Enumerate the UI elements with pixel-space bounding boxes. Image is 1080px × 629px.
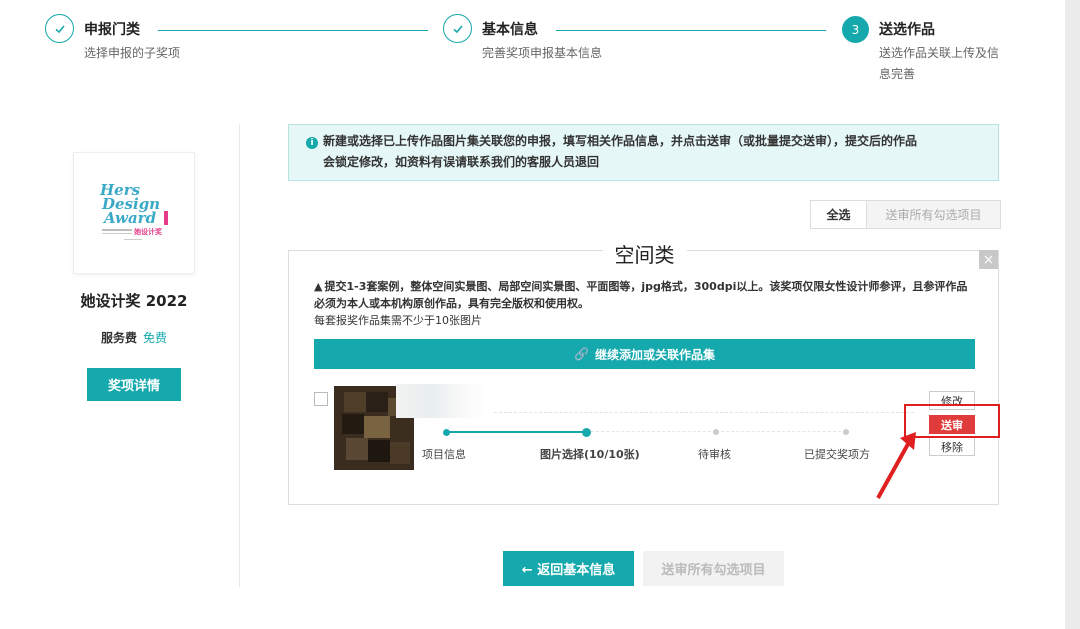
submit-selected-button[interactable]: 送审所有勾选项目 [867, 201, 1000, 228]
step-3-desc-line2: 息完善 [879, 67, 916, 81]
progress-dot [713, 429, 719, 435]
progress-step-label: 待审核 [698, 448, 731, 461]
fee-row: 服务费 免费 [60, 329, 208, 346]
add-portfolio-label: 继续添加或关联作品集 [594, 347, 715, 362]
progress-segment [716, 431, 846, 433]
progress-dot [581, 427, 591, 437]
progress-dot [843, 429, 849, 435]
progress-step-label: 图片选择(10/10张) [540, 448, 640, 461]
link-icon: 🔗 [574, 347, 589, 361]
category-rules: ▲ 提交1-3套案例，整体空间实景图、局部空间实景图、平面图等，jpg格式，300… [314, 278, 984, 329]
work-progress: 项目信息 图片选择(10/10张) 待审核 已提交奖项方 [422, 427, 870, 461]
add-portfolio-button[interactable]: 🔗 继续添加或关联作品集 [314, 339, 975, 369]
close-icon[interactable]: × [979, 250, 998, 269]
progress-segment [446, 431, 586, 433]
notice-line-2: 会锁定修改，如资料有误请联系我们的客服人员退回 [323, 155, 600, 169]
progress-step-label: 已提交奖项方 [804, 448, 870, 461]
award-detail-button[interactable]: 奖项详情 [87, 368, 181, 401]
scrollbar-track[interactable] [1065, 0, 1080, 629]
progress-step-label: 项目信息 [422, 448, 466, 461]
step-3-number: 3 [842, 16, 869, 43]
step-2-title: 基本信息 [482, 22, 538, 38]
progress-segment [586, 431, 716, 433]
step-3-desc-line1: 送选作品关联上传及信 [879, 46, 1000, 60]
remove-button[interactable]: 移除 [929, 437, 975, 456]
category-title-wrap: 空间类 [289, 239, 1000, 268]
check-icon [45, 14, 74, 43]
rules-line-2: 必须为本人或本机构原创作品，具有完全版权和使用权。 [314, 297, 589, 310]
submit-selected-bottom-button[interactable]: 送审所有勾选项目 [643, 551, 784, 586]
step-3-title: 送选作品 [879, 22, 935, 38]
info-icon: i [306, 137, 318, 149]
fee-label: 服务费 [100, 331, 137, 345]
rules-line-1: 提交1-3套案例，整体空间实景图、局部空间实景图、平面图等，jpg格式，300d… [324, 280, 968, 293]
step-1-title: 申报门类 [84, 22, 140, 38]
select-all-button[interactable]: 全选 [811, 201, 867, 228]
award-name: 她设计奖 2022 [80, 292, 188, 310]
step-connector [556, 30, 826, 31]
row-divider [494, 412, 914, 413]
fee-value: 免费 [143, 331, 168, 345]
check-icon [443, 14, 472, 43]
info-notice: i 新建或选择已上传作品图片集关联您的申报，填写相关作品信息，并点击送审（或批量… [288, 124, 999, 181]
bulk-actions: 全选 送审所有勾选项目 [810, 200, 1001, 229]
annotation-arrow-icon [876, 432, 916, 499]
progress-dot [442, 428, 450, 436]
step-2-desc: 完善奖项申报基本信息 [482, 46, 603, 60]
award-sidebar: Hers Design Award 她设计奖 她设计奖 2022 服务费 免费 奖… [60, 124, 240, 587]
award-logo: Hers Design Award 她设计奖 [73, 152, 195, 274]
step-connector [158, 30, 428, 31]
work-checkbox[interactable] [314, 392, 328, 406]
category-title: 空间类 [602, 239, 687, 268]
notice-line-1: 新建或选择已上传作品图片集关联您的申报，填写相关作品信息，并点击送审（或批量提交… [323, 134, 918, 148]
back-to-basic-info-button[interactable]: ← 返回基本信息 [503, 551, 634, 586]
page: 申报门类 选择申报的子奖项 基本信息 完善奖项申报基本信息 3 送选作品 送选作… [0, 0, 1080, 629]
warning-icon: ▲ [314, 280, 323, 293]
blurred-work-title [396, 384, 486, 418]
step-1-desc: 选择申报的子奖项 [84, 46, 181, 60]
rules-line-3: 每套报奖作品集需不少于10张图片 [314, 314, 482, 327]
